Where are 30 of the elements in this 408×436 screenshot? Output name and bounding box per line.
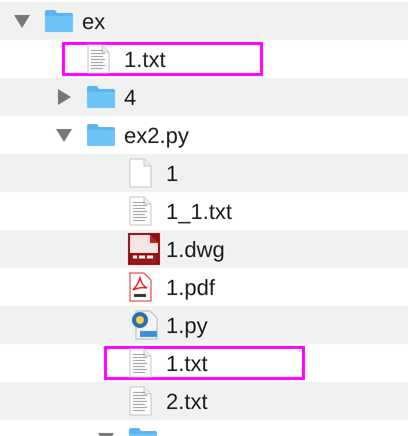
tree-row[interactable]: ex	[0, 2, 408, 40]
folder-icon	[86, 85, 116, 109]
folder-icon	[86, 123, 116, 147]
file-name: 1.dwg	[166, 236, 225, 264]
pdf-file-icon	[128, 272, 152, 302]
blank-document-icon	[128, 158, 152, 188]
file-name: 1.txt	[166, 350, 208, 378]
text-document-icon	[128, 348, 152, 378]
file-name: ex2.py	[124, 122, 189, 150]
tree-row[interactable]: 1.dwg	[0, 230, 408, 268]
text-document-icon	[128, 196, 152, 226]
folder-icon	[44, 9, 74, 33]
tree-row[interactable]: 2.txt	[0, 382, 408, 420]
text-document-icon	[86, 44, 110, 74]
collapse-triangle-icon[interactable]	[14, 13, 30, 29]
tree-row[interactable]: 4	[0, 78, 408, 116]
tree-row[interactable]: 1	[0, 154, 408, 192]
file-name: 1_1.txt	[166, 198, 232, 226]
file-name: 4	[124, 84, 136, 112]
file-name: 1.pdf	[166, 274, 215, 302]
tree-row[interactable]: 1.py	[0, 306, 408, 344]
file-name: 1.py	[166, 312, 208, 340]
collapse-triangle-icon[interactable]	[56, 127, 72, 143]
expand-triangle-icon[interactable]	[56, 89, 72, 105]
text-document-icon	[128, 386, 152, 416]
file-name: 1	[166, 160, 178, 188]
drawing-file-icon	[128, 233, 160, 265]
file-name: ex	[82, 8, 106, 36]
file-name: 1.txt	[124, 46, 166, 74]
file-name: 2.txt	[166, 388, 208, 416]
